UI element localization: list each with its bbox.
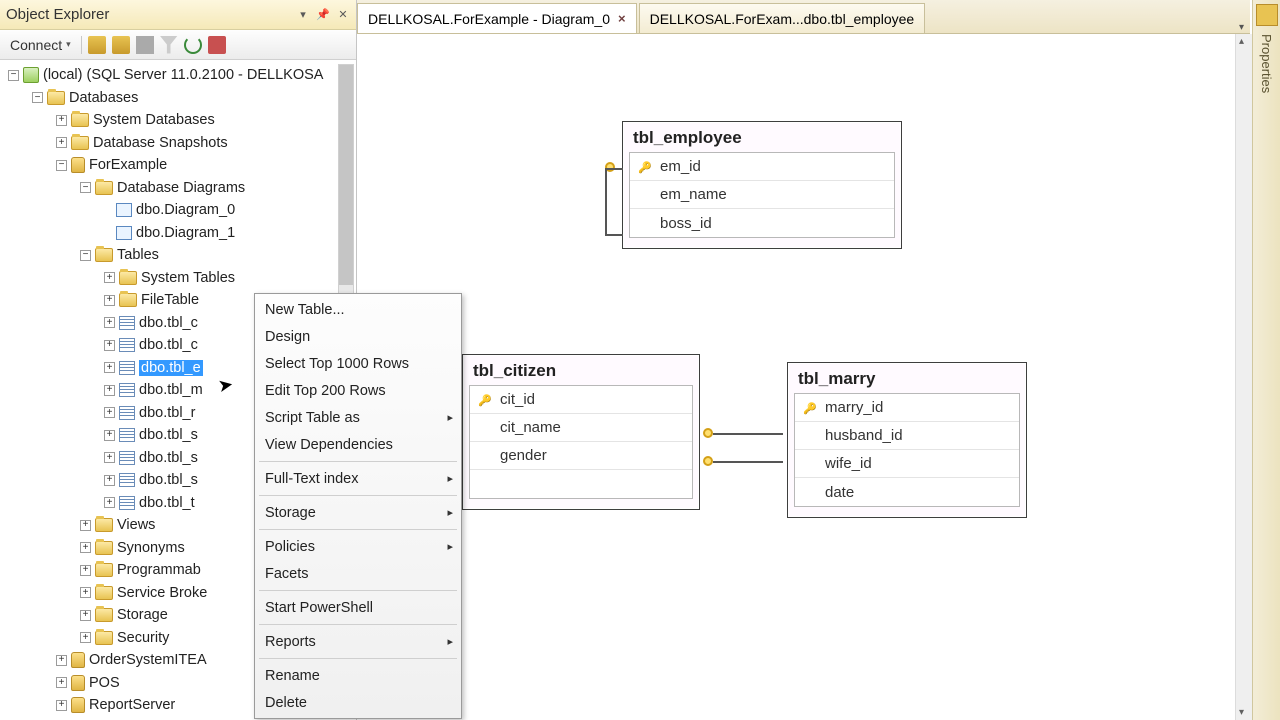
relation-line [713,433,783,435]
tree-tables[interactable]: Tables [0,244,356,267]
table-column[interactable]: ·cit_name [470,414,692,442]
ctx-fulltext-index[interactable]: Full-Text index [255,465,461,492]
toolbar: Connect [0,30,356,60]
relation-line [605,168,623,170]
ctx-design[interactable]: Design [255,323,461,350]
properties-icon[interactable] [1256,4,1278,26]
relation-endpoint [703,456,713,466]
table-title: tbl_employee [623,122,901,152]
table-column[interactable]: ·em_name [630,181,894,209]
separator [259,495,457,496]
tab-diagram0[interactable]: DELLKOSAL.ForExample - Diagram_0 × [357,3,637,33]
key-icon: 🔑 [803,402,815,414]
ctx-reports[interactable]: Reports [255,628,461,655]
ctx-delete[interactable]: Delete [255,689,461,716]
table-column[interactable]: ·husband_id [795,422,1019,450]
tree-diagram0[interactable]: dbo.Diagram_0 [0,199,356,222]
ctx-edit-top-200[interactable]: Edit Top 200 Rows [255,377,461,404]
relation-line [713,461,783,463]
diagram-canvas[interactable]: tbl_employee 🔑em_id ·em_name ·boss_id tb… [357,34,1252,720]
ctx-select-top-1000[interactable]: Select Top 1000 Rows [255,350,461,377]
canvas-scrollbar[interactable] [1235,34,1252,720]
key-icon: 🔑 [478,394,490,406]
ctx-policies[interactable]: Policies [255,533,461,560]
connect-db-icon[interactable] [88,36,106,54]
ctx-script-table-as[interactable]: Script Table as [255,404,461,431]
separator [259,590,457,591]
key-icon: 🔑 [638,161,650,173]
filter-icon[interactable] [160,36,178,54]
panel-header: Object Explorer ▾ 📌 ✕ [0,0,356,30]
relation-endpoint [703,428,713,438]
table-column[interactable]: 🔑em_id [630,153,894,181]
table-column[interactable]: ·date [795,478,1019,506]
pin-icon[interactable]: 📌 [316,8,330,22]
stop-icon[interactable] [136,36,154,54]
refresh-icon[interactable] [184,36,202,54]
separator [259,529,457,530]
connect-button[interactable]: Connect [6,35,75,55]
dropdown-icon[interactable]: ▾ [296,8,310,22]
table-title: tbl_marry [788,363,1026,393]
relation-line [605,234,623,236]
relation-line [605,168,607,234]
stop-debug-icon[interactable] [208,36,226,54]
table-column[interactable]: 🔑cit_id [470,386,692,414]
disconnect-db-icon[interactable] [112,36,130,54]
tab-label: DELLKOSAL.ForExample - Diagram_0 [368,11,610,27]
tab-close-icon[interactable]: × [618,11,626,26]
ctx-start-powershell[interactable]: Start PowerShell [255,594,461,621]
tree-dbdiagrams[interactable]: Database Diagrams [0,177,356,200]
table-column[interactable]: ·wife_id [795,450,1019,478]
tab-bar: DELLKOSAL.ForExample - Diagram_0 × DELLK… [357,0,1250,34]
separator [259,461,457,462]
ctx-new-table[interactable]: New Table... [255,296,461,323]
tree-forexample[interactable]: ForExample [0,154,356,177]
table-column[interactable]: ·gender [470,442,692,470]
tab-overflow-icon[interactable]: ▾ [1233,22,1250,33]
table-column[interactable]: · [470,470,692,498]
tree-systables[interactable]: System Tables [0,267,356,290]
table-employee[interactable]: tbl_employee 🔑em_id ·em_name ·boss_id [622,121,902,249]
table-citizen[interactable]: tbl_citizen 🔑cit_id ·cit_name ·gender · [462,354,700,510]
context-menu: New Table... Design Select Top 1000 Rows… [254,293,462,719]
ctx-rename[interactable]: Rename [255,662,461,689]
tree-server[interactable]: (local) (SQL Server 11.0.2100 - DELLKOSA [0,64,356,87]
tree-snapshots[interactable]: Database Snapshots [0,132,356,155]
table-column[interactable]: ·boss_id [630,209,894,237]
separator [259,658,457,659]
tree-diagram1[interactable]: dbo.Diagram_1 [0,222,356,245]
tab-label: DELLKOSAL.ForExam...dbo.tbl_employee [650,11,915,27]
tree-databases[interactable]: Databases [0,87,356,110]
properties-label[interactable]: Properties [1259,34,1274,93]
tree-sysdb[interactable]: System Databases [0,109,356,132]
table-title: tbl_citizen [463,355,699,385]
panel-title: Object Explorer [6,6,109,23]
close-icon[interactable]: ✕ [336,8,350,22]
table-column[interactable]: 🔑marry_id [795,394,1019,422]
separator [259,624,457,625]
tab-employee[interactable]: DELLKOSAL.ForExam...dbo.tbl_employee [639,3,926,33]
table-marry[interactable]: tbl_marry 🔑marry_id ·husband_id ·wife_id… [787,362,1027,518]
ctx-view-dependencies[interactable]: View Dependencies [255,431,461,458]
ctx-facets[interactable]: Facets [255,560,461,587]
right-rail: Properties [1252,0,1280,720]
ctx-storage[interactable]: Storage [255,499,461,526]
